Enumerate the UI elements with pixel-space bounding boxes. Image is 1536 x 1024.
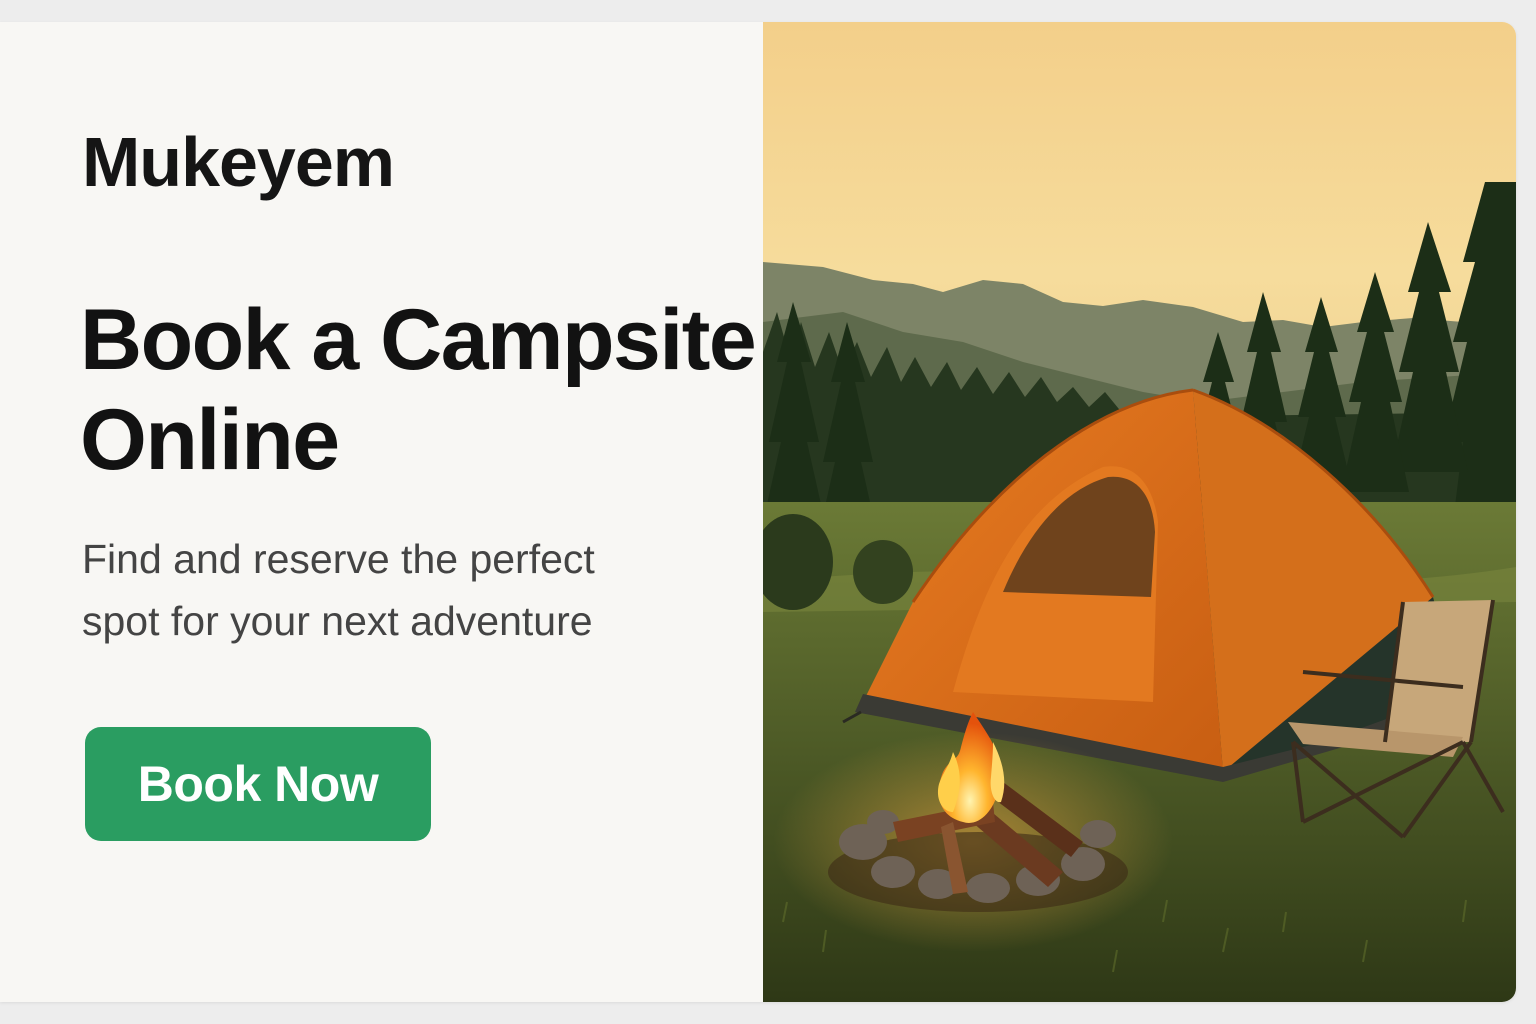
hero-headline: Book a Campsite Online (80, 290, 800, 490)
hero-card: Mukeyem Book a Campsite Online Find and … (0, 22, 1516, 1002)
subtitle-line-1: Find and reserve the perfect (82, 536, 595, 582)
subtitle-line-2: spot for your next adventure (82, 598, 593, 644)
book-now-button[interactable]: Book Now (85, 727, 431, 841)
headline-line-1: Book a Campsite (80, 292, 757, 388)
hero-subtitle: Find and reserve the perfect spot for yo… (82, 528, 702, 652)
headline-line-2: Online (80, 392, 340, 488)
brand-logo[interactable]: Mukeyem (82, 122, 395, 202)
campsite-image (763, 22, 1516, 1002)
hero-text-panel: Mukeyem Book a Campsite Online Find and … (0, 22, 763, 1002)
campsite-illustration (763, 22, 1516, 1002)
